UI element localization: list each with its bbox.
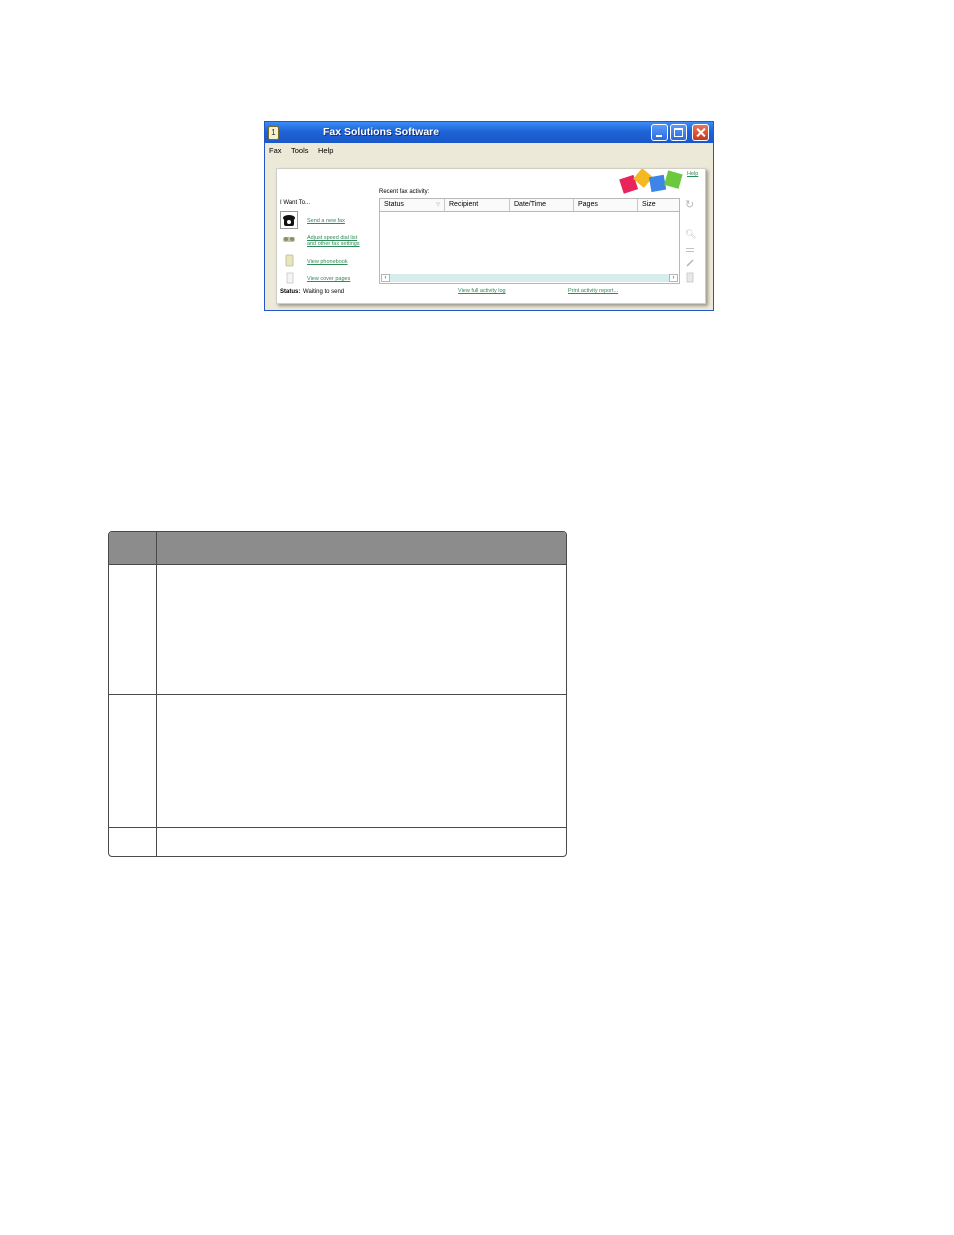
delete-icon[interactable]: [685, 272, 695, 283]
i-want-to-heading: I Want To...: [280, 200, 311, 206]
column-header-datetime[interactable]: Date/Time: [510, 199, 574, 211]
cover-page-icon[interactable]: [280, 270, 298, 288]
doc-table-row-divider: [109, 827, 566, 828]
phonebook-icon[interactable]: [280, 253, 298, 271]
status-value: Waiting to send: [303, 289, 345, 295]
view-cover-pages-link[interactable]: View cover pages: [307, 276, 350, 282]
recent-activity-heading: Recent fax activity:: [379, 189, 430, 195]
send-new-fax-link[interactable]: Send a new fax: [307, 218, 345, 224]
edit-icon[interactable]: [685, 258, 695, 268]
column-header-status[interactable]: Status ▽: [380, 199, 445, 211]
window-title: Fax Solutions Software: [323, 126, 440, 138]
menu-tools[interactable]: Tools: [291, 146, 309, 155]
horizontal-scrollbar[interactable]: ‹ ›: [381, 274, 678, 282]
fax-solutions-window: 1 Fax Solutions Software Fax Tools Help …: [264, 121, 714, 311]
doc-table-header: [109, 532, 566, 564]
sticky-note-green: [664, 170, 683, 189]
doc-table-row-divider: [109, 694, 566, 695]
doc-table: [108, 531, 567, 857]
print-activity-report-link[interactable]: Print activity report...: [568, 288, 618, 294]
status-label: Status:: [280, 289, 301, 295]
search-icon[interactable]: 🔍︎: [685, 229, 696, 239]
menu-help[interactable]: Help: [318, 146, 333, 155]
adjust-speed-dial-link-line2[interactable]: and other fax settings: [307, 241, 360, 247]
close-icon[interactable]: [692, 124, 709, 141]
minimize-icon[interactable]: [651, 124, 668, 141]
view-full-activity-log-link[interactable]: View full activity log: [458, 288, 506, 294]
menu-fax[interactable]: Fax: [269, 146, 282, 155]
settings-icon[interactable]: [280, 232, 298, 250]
list-icon[interactable]: [685, 245, 695, 255]
maximize-icon[interactable]: [670, 124, 687, 141]
title-bar[interactable]: 1 Fax Solutions Software: [265, 122, 713, 143]
fax-app-icon[interactable]: 1: [268, 126, 279, 140]
view-phonebook-link[interactable]: View phonebook: [307, 259, 348, 265]
sort-arrow-icon: ▽: [436, 202, 440, 208]
scroll-right-icon[interactable]: ›: [669, 274, 678, 282]
sticky-note-blue: [648, 174, 667, 193]
doc-table-header-divider: [109, 564, 566, 565]
refresh-icon[interactable]: ↻: [685, 200, 695, 211]
column-header-recipient[interactable]: Recipient: [445, 199, 510, 211]
scroll-left-icon[interactable]: ‹: [381, 274, 390, 282]
recent-activity-grid[interactable]: Status ▽ Recipient Date/Time Pages Size …: [379, 198, 680, 284]
column-header-pages[interactable]: Pages: [574, 199, 638, 211]
menu-bar: Fax Tools Help: [265, 143, 713, 158]
main-panel: Help I Want To... Send a new fax Adjust …: [276, 168, 706, 304]
column-header-size[interactable]: Size: [638, 199, 681, 211]
fax-machine-icon[interactable]: [280, 211, 298, 229]
sticky-notes-logo: [619, 169, 683, 194]
grid-header: Status ▽ Recipient Date/Time Pages Size: [380, 199, 679, 212]
